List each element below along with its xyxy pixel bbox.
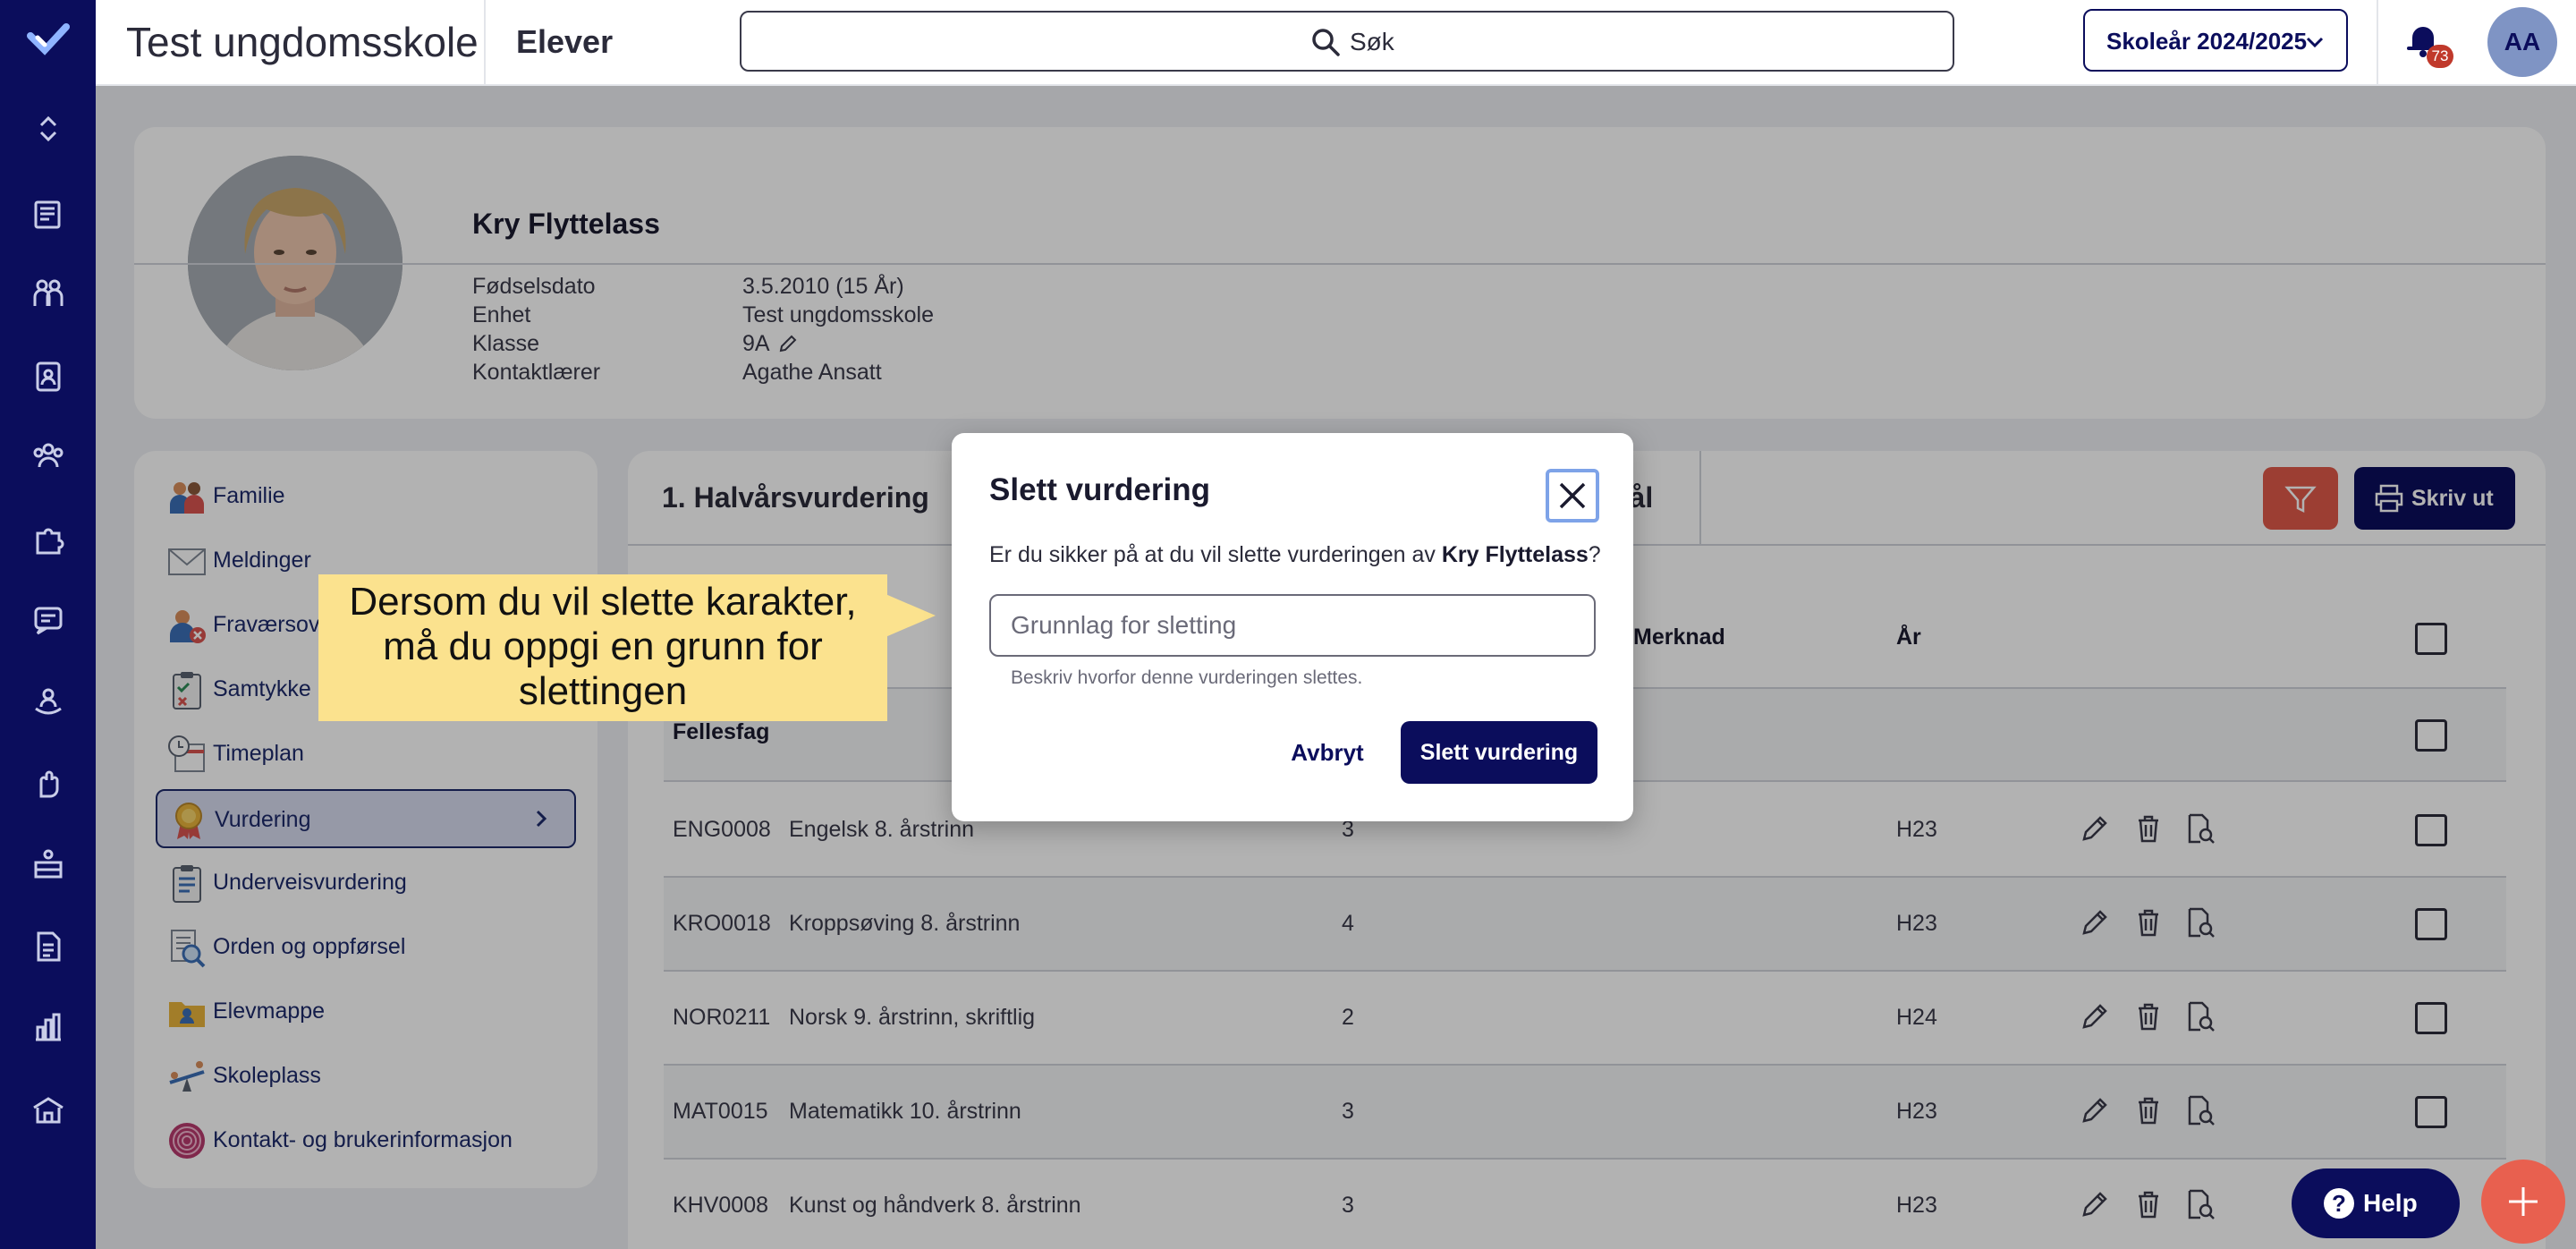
puzzle-icon[interactable] (30, 521, 66, 557)
question-student-name: Kry Flyttelass (1441, 542, 1589, 567)
expand-collapse-icon[interactable] (30, 111, 66, 147)
help-button[interactable]: ? Help (2292, 1168, 2460, 1238)
students-icon[interactable] (30, 276, 66, 311)
question-icon: ? (2324, 1188, 2354, 1219)
chat-calendar-icon[interactable] (30, 601, 66, 637)
school-name: Test ungdomsskole (126, 19, 479, 65)
question-suffix: ? (1588, 542, 1601, 567)
cancel-button[interactable]: Avbryt (1274, 723, 1381, 782)
app-logo-icon[interactable] (27, 20, 70, 59)
help-label: Help (2363, 1189, 2418, 1217)
page-section-title: Elever (516, 23, 614, 60)
delete-assessment-dialog: Slett vurdering Er du sikker på at du vi… (952, 433, 1633, 821)
search-label: Søk (1350, 28, 1394, 55)
badge-icon[interactable] (30, 358, 66, 394)
deletion-reason-input[interactable] (989, 594, 1596, 657)
top-bar: Test ungdomsskole Elever Søk Skoleår 202… (96, 0, 2576, 86)
question-prefix: Er du sikker på at du vil slette vurderi… (989, 542, 1442, 567)
chevron-down-icon (2306, 37, 2324, 48)
person-care-icon[interactable] (30, 684, 66, 719)
add-fab-button[interactable] (2481, 1160, 2565, 1244)
document-icon[interactable] (30, 929, 66, 964)
groups-icon[interactable] (30, 438, 66, 474)
dialog-question: Er du sikker på at du vil slette vurderi… (989, 542, 1601, 568)
divider (2377, 0, 2378, 86)
notification-badge: 73 (2427, 45, 2453, 68)
search-bar[interactable]: Søk (740, 11, 1954, 72)
school-year-dropdown[interactable]: Skoleår 2024/2025 (2083, 9, 2348, 72)
search-icon (1312, 29, 1340, 56)
school-building-icon[interactable] (30, 1092, 66, 1127)
hand-icon[interactable] (30, 766, 66, 802)
confirm-delete-button[interactable]: Slett vurdering (1401, 721, 1597, 784)
news-icon[interactable] (30, 197, 66, 233)
dialog-title: Slett vurdering (989, 472, 1210, 507)
callout-text: Dersom du vil slette karakter, må du opp… (349, 580, 857, 713)
callout-pointer (886, 594, 936, 637)
close-button[interactable] (1546, 469, 1599, 523)
tutorial-callout: Dersom du vil slette karakter, må du opp… (318, 574, 887, 721)
school-year-label: Skoleår 2024/2025 (2106, 28, 2308, 55)
user-avatar[interactable]: AA (2487, 7, 2557, 77)
deletion-reason-helper: Beskriv hvorfor denne vurderingen slette… (1011, 667, 1363, 688)
close-icon (1559, 482, 1586, 509)
plus-icon (2509, 1187, 2538, 1216)
left-nav-rail (0, 0, 96, 1249)
divider (484, 0, 486, 86)
classroom-icon[interactable] (30, 846, 66, 882)
statistics-icon[interactable] (30, 1009, 66, 1045)
